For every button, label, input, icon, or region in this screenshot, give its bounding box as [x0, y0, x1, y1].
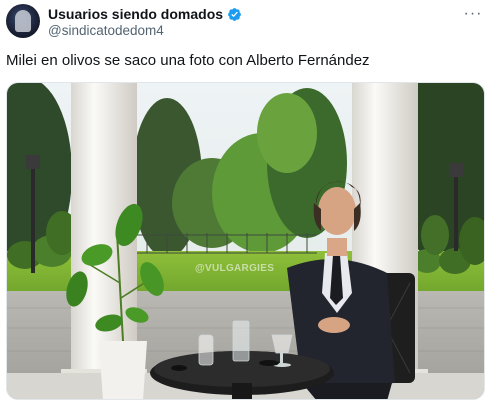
photo-illustration — [7, 83, 484, 399]
post-text: Milei en olivos se saco una foto con Alb… — [6, 52, 370, 69]
avatar[interactable] — [6, 4, 40, 38]
author-handle[interactable]: @sindicatodedom4 — [48, 23, 164, 38]
more-options-button[interactable]: ··· — [461, 4, 485, 24]
photo-watermark: @VULGARGIES — [195, 263, 275, 274]
post-header: Usuarios siendo domados @sindicatodedom4… — [0, 0, 491, 44]
more-options-icon: ··· — [463, 5, 483, 22]
post-photo[interactable]: @VULGARGIES — [6, 82, 485, 400]
author-name-row: Usuarios siendo domados — [48, 5, 242, 23]
avatar-figure — [15, 10, 31, 32]
author-display-name[interactable]: Usuarios siendo domados — [48, 6, 223, 22]
verified-badge-icon — [227, 7, 242, 22]
